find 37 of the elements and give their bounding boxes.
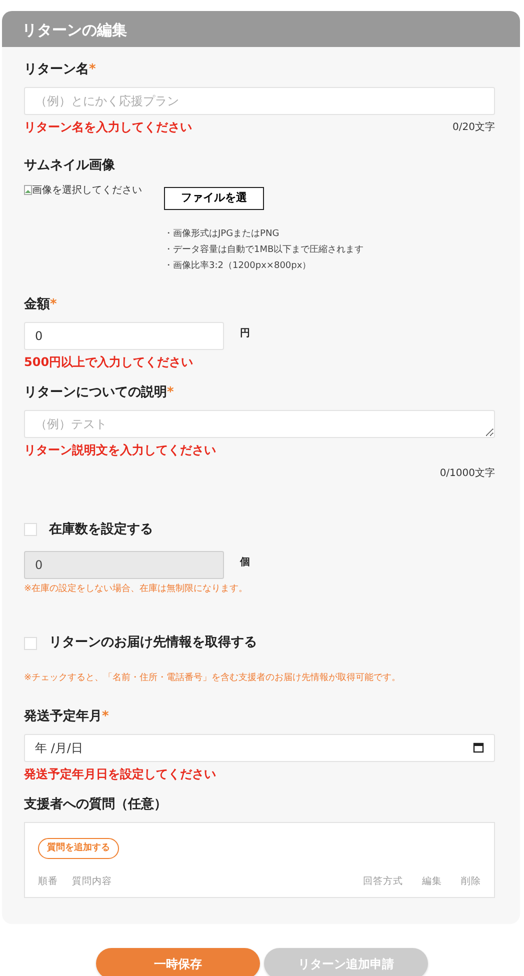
textarea-field[interactable]: （例）テスト [24,410,495,438]
field-label: リターン名* [24,61,97,79]
image-requirement: ・画像比率3:2（1200px×800px） [164,260,312,272]
error-message: 発送予定年月日を設定してください [24,766,217,782]
calendar-icon[interactable] [473,742,484,753]
column-header: 編集 [422,875,442,889]
amount-field[interactable]: 0 [24,322,224,350]
column-header: 削除 [461,875,481,889]
image-requirement: ・画像形式はJPGまたはPNG [164,228,280,240]
error-message: リターン説明文を入力してください [24,442,216,458]
char-counter: 0/1000文字 [438,466,495,480]
char-counter: 0/20文字 [452,120,495,135]
note-text: ※チェックすると、「名前・住所・電話番号」を含む支援者のお届け先情報が取得可能です。 [24,672,402,685]
field-label: 支援者への質問（任意） [24,796,168,814]
unit-label: 円 [240,326,250,340]
checkbox[interactable] [24,636,37,650]
checkbox-label: リターンのお届け先情報を取得する [49,634,257,652]
column-header: 順番 [38,875,58,889]
file-select-button[interactable]: ファイルを選 [164,187,264,210]
column-header: 質問内容 [72,875,112,889]
note-text: ※在庫の設定をしない場合、在庫は無制限になります。 [24,582,249,596]
field-label: リターンについての説明* [24,384,175,402]
field-label: 発送予定年月* [24,708,110,726]
checkbox[interactable] [24,523,37,536]
image-requirement: ・データ容量は自動で1MB以下まで圧縮されます [164,244,364,256]
date-field[interactable]: 年 /月/日 [24,734,495,762]
checkbox-label: 在庫数を設定する [49,520,153,538]
error-message: リターン名を入力してください [24,119,192,135]
error-message: 500円以上で入力してください [24,354,194,370]
field-label: サムネイル画像 [24,157,116,175]
broken-image-icon [24,185,32,195]
input-field[interactable]: （例）とにかく応援プラン [24,87,495,115]
column-header: 回答方式 [363,875,403,889]
panel-title: リターンの編集 [2,11,520,47]
unit-label: 個 [240,556,250,570]
image-placeholder-text: 画像を選択してください [32,184,142,198]
field-label: 金額* [24,296,58,314]
